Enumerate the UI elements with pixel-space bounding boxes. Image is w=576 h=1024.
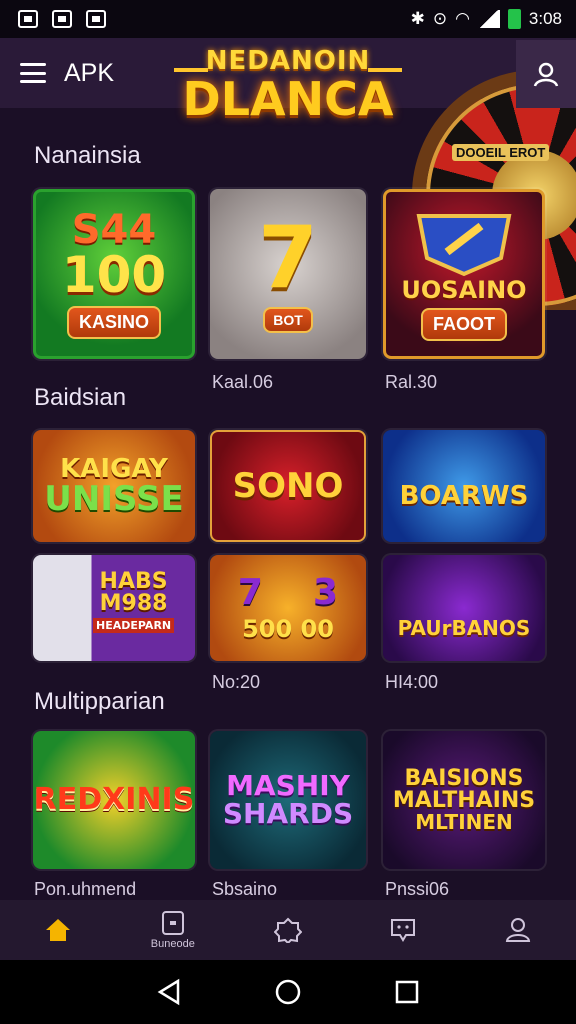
nav-home[interactable] — [0, 900, 115, 960]
logo-bottom-text: DLANCA — [182, 72, 394, 126]
menu-icon[interactable] — [20, 63, 46, 83]
nav-tablet[interactable]: Buneode — [115, 900, 230, 960]
game-card[interactable]: BAISIONS MALTHAINS MLTINEN — [383, 731, 545, 869]
game-card[interactable]: SONO — [210, 430, 366, 542]
shield-icon — [416, 213, 512, 276]
home-icon — [45, 919, 70, 941]
card-caption: Sbsaino — [212, 879, 278, 899]
alarm-icon: ⊙ — [432, 9, 448, 28]
user-icon — [533, 62, 559, 87]
image-notification-icon — [52, 10, 72, 28]
app-logo: NEDANOIN DLANCA — [172, 46, 404, 142]
game-card[interactable]: MASHIY SHARDS — [210, 731, 366, 869]
nav-badge[interactable] — [230, 900, 345, 960]
card-caption: HI4:00 — [385, 672, 439, 692]
game-card[interactable]: PAUrBANOS — [383, 555, 545, 661]
game-card[interactable]: HABS M988 HEADEPARN — [33, 555, 195, 661]
bottom-navigation: Buneode — [0, 900, 576, 960]
system-navigation-bar — [0, 960, 576, 1024]
card-caption: Pnssi06 — [385, 879, 450, 899]
card-tag: FAOOT — [421, 307, 507, 341]
nav-label: Buneode — [150, 938, 195, 950]
tablet-icon — [161, 911, 184, 935]
card-caption: No:20 — [212, 672, 261, 692]
game-card[interactable]: REDXINIS — [33, 731, 195, 869]
notification-icons — [18, 10, 106, 28]
nav-profile[interactable] — [461, 900, 576, 960]
card-caption: Kaal.06 — [212, 372, 274, 392]
game-card[interactable]: S44 100 KASINO — [33, 189, 195, 359]
battery-icon — [507, 9, 521, 29]
chat-icon — [391, 919, 416, 942]
game-card[interactable]: KAIGAY UNISSE — [33, 430, 195, 542]
game-card[interactable]: BOARWS — [383, 430, 545, 542]
game-card[interactable]: UOSAINO FAOOT — [383, 189, 545, 359]
section-title: Multipparian — [34, 688, 165, 715]
game-card[interactable]: 7 3 500 00 — [210, 555, 366, 661]
app-label: APK — [64, 58, 115, 87]
status-bar: ✱ ⊙ ◠ 3:08 — [0, 0, 576, 38]
notification-icon — [18, 10, 38, 28]
wheel-label: DOOEIL EROT — [452, 144, 550, 161]
card-tag: KASINO — [66, 305, 161, 339]
account-button[interactable] — [516, 40, 576, 108]
wifi-icon: ◠ — [455, 9, 470, 28]
nav-chat[interactable] — [346, 900, 461, 960]
clock: 3:08 — [528, 9, 562, 28]
section-title: Baidsian — [34, 384, 127, 411]
app-notification-icon — [86, 10, 106, 28]
profile-icon — [506, 918, 531, 942]
bluetooth-icon: ✱ — [410, 9, 425, 28]
signal-icon — [477, 10, 500, 28]
card-caption: Pon.uhmend — [34, 879, 137, 899]
game-card[interactable]: 7 BOT — [210, 189, 366, 359]
home-circle-icon[interactable] — [274, 978, 302, 1006]
badge-icon — [274, 917, 302, 943]
recents-icon[interactable] — [394, 979, 420, 1005]
back-icon[interactable] — [156, 978, 182, 1006]
section-title: Nanainsia — [34, 142, 141, 169]
card-caption: Ral.30 — [385, 372, 438, 392]
card-tag: BOT — [263, 307, 313, 333]
